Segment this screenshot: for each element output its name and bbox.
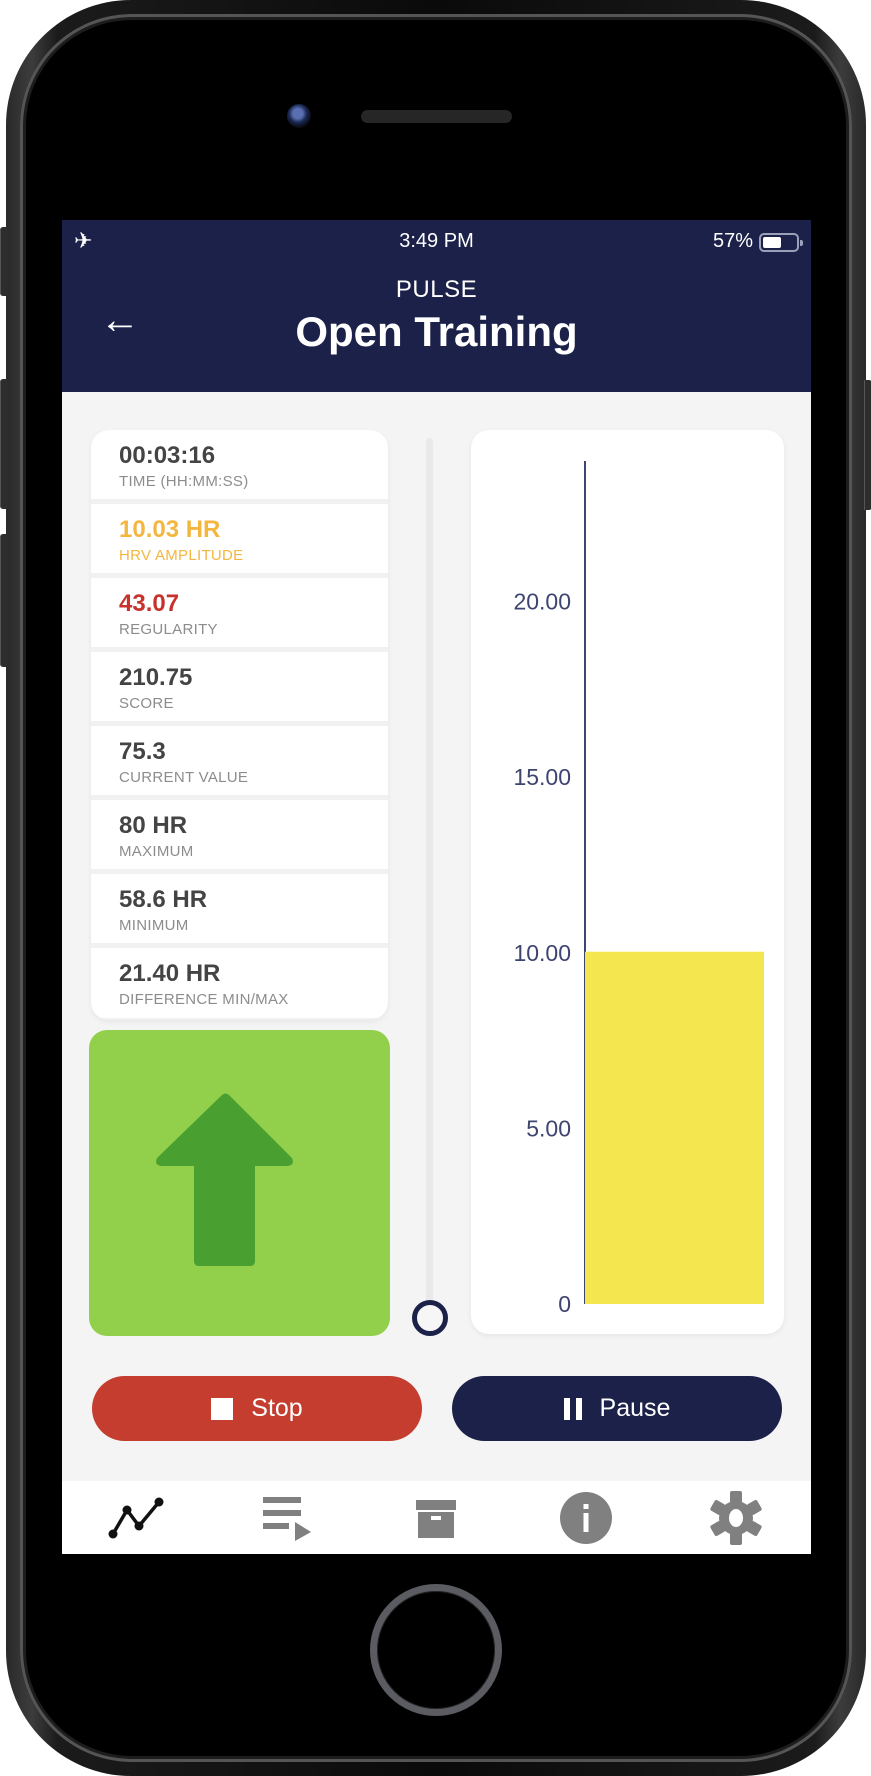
bar-0	[585, 951, 764, 1304]
playlist-icon	[262, 1496, 311, 1541]
stat-row: 43.07 REGULARITY	[91, 578, 388, 647]
arrow-up-icon	[156, 1093, 293, 1266]
archive-icon	[416, 1499, 457, 1538]
battery-percent: 57%	[712, 230, 753, 252]
trend-indicator-tile	[89, 1030, 390, 1336]
stat-value: 00:03:16	[119, 442, 216, 469]
stat-row: 58.6 HR MINIMUM	[91, 874, 388, 943]
status-time: 3:49 PM	[399, 230, 474, 252]
page-subtitle: PULSE	[395, 276, 478, 303]
stat-value: 75.3	[119, 738, 166, 765]
tab-settings[interactable]	[661, 1481, 811, 1554]
tab-training[interactable]	[62, 1481, 212, 1554]
battery-icon	[759, 233, 803, 252]
volume-down-button	[0, 534, 8, 667]
info-icon	[560, 1491, 613, 1544]
battery-nub	[800, 240, 803, 246]
stat-label: SCORE	[119, 695, 174, 712]
slider-knob[interactable]	[412, 1300, 448, 1336]
stat-label: HRV AMPLITUDE	[119, 547, 244, 564]
chart-line-icon	[108, 1497, 164, 1538]
stat-row: 00:03:16 TIME (HH:MM:SS)	[91, 430, 388, 499]
y-tick-label: 15.00	[513, 764, 571, 790]
stat-value: 21.40 HR	[119, 960, 221, 987]
home-button[interactable]	[370, 1584, 502, 1716]
battery-fill	[763, 237, 782, 248]
pause-button[interactable]: Pause	[452, 1376, 782, 1441]
chart-canvas: 0 5.00 10.00 15.00 20.00	[513, 461, 764, 1317]
mute-switch	[0, 227, 8, 296]
tab-playlist[interactable]	[212, 1481, 362, 1554]
stop-icon	[211, 1397, 234, 1420]
gear-icon	[710, 1490, 762, 1545]
earpiece-speaker	[361, 110, 512, 123]
y-tick-label: 0	[558, 1291, 571, 1317]
slider-track[interactable]	[426, 438, 433, 1318]
stat-row: 21.40 HR DIFFERENCE MIN/MAX	[91, 948, 388, 1018]
status-bar: ✈ 3:49 PM 57%	[62, 228, 811, 258]
stat-value: 43.07	[119, 590, 180, 617]
stats-card: 00:03:16 TIME (HH:MM:SS) 10.03 HR HRV AMPLI…	[91, 430, 388, 1020]
pause-icon	[563, 1397, 582, 1420]
app-screen: ✈ 3:49 PM 57% ← PULSE Open Training 00:0…	[62, 220, 811, 1554]
stat-value: 58.6 HR	[119, 886, 208, 913]
pause-label: Pause	[599, 1394, 671, 1422]
y-tick-label: 5.00	[526, 1115, 571, 1141]
stat-label: CURRENT VALUE	[119, 769, 249, 786]
tab-archive[interactable]	[362, 1481, 512, 1554]
stat-label: MAXIMUM	[119, 843, 194, 860]
y-tick-label: 10.00	[513, 940, 571, 966]
stop-button[interactable]: Stop	[92, 1376, 422, 1441]
stat-label: REGULARITY	[119, 621, 218, 638]
front-camera	[287, 104, 311, 128]
stat-row: 80 HR MAXIMUM	[91, 800, 388, 869]
stat-row: 75.3 CURRENT VALUE	[91, 726, 388, 795]
stat-value: 210.75	[119, 664, 193, 691]
tab-bar	[62, 1481, 811, 1554]
nav-header: ✈ 3:49 PM 57% ← PULSE Open Training	[62, 220, 811, 392]
volume-up-button	[0, 379, 8, 509]
stop-label: Stop	[251, 1394, 303, 1422]
tab-info[interactable]	[511, 1481, 661, 1554]
stat-row: 10.03 HR HRV AMPLITUDE	[91, 504, 388, 573]
stat-value: 10.03 HR	[119, 516, 221, 543]
stat-label: TIME (HH:MM:SS)	[119, 473, 249, 490]
hrv-bar-chart: 0 5.00 10.00 15.00 20.00	[471, 430, 784, 1334]
y-tick-label: 20.00	[513, 589, 571, 615]
stat-label: DIFFERENCE MIN/MAX	[119, 991, 289, 1008]
stat-value: 80 HR	[119, 812, 188, 839]
stat-row: 210.75 SCORE	[91, 652, 388, 721]
power-button	[864, 380, 871, 510]
stat-label: MINIMUM	[119, 917, 189, 934]
page-title: Open Training	[295, 308, 578, 355]
